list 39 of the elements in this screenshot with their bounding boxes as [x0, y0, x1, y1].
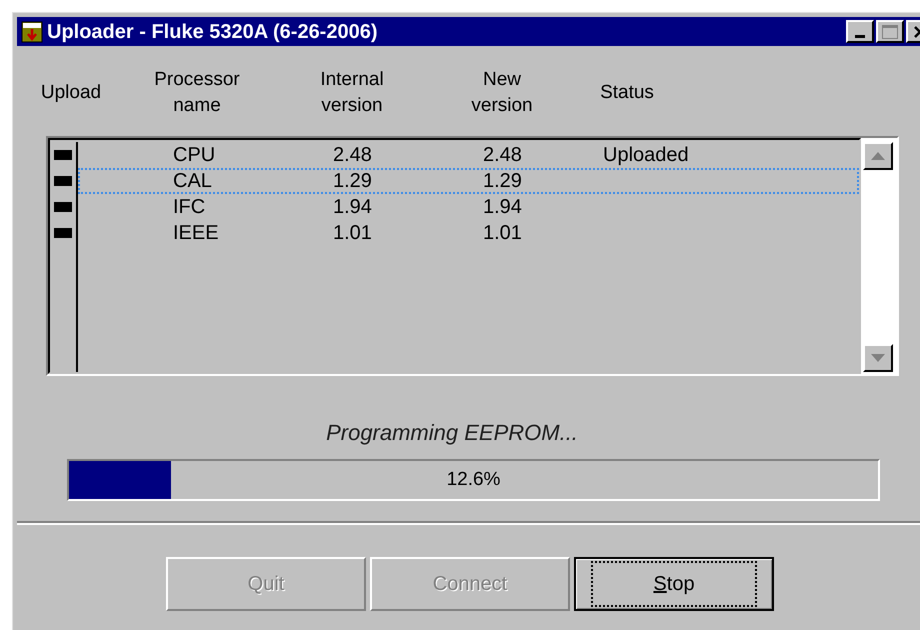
maximize-button[interactable]	[876, 20, 904, 43]
window-title: Uploader - Fluke 5320A (6-26-2006)	[47, 22, 378, 42]
list-view[interactable]: CPU 2.48 2.48 Uploaded CAL 1.29 1.29 IFC 1.94 1.94 IEEE 1.01 1.01	[48, 138, 861, 374]
column-header: Status	[599, 81, 655, 105]
upload-marker[interactable]	[54, 176, 72, 186]
column-header: Internal version	[319, 68, 385, 118]
processor-name: IEEE	[173, 221, 220, 246]
status-text: Uploaded	[603, 143, 689, 168]
processor-name: CPU	[173, 143, 216, 168]
app-icon	[21, 20, 43, 42]
list-row[interactable]: IEEE 1.01 1.01	[78, 220, 859, 246]
scroll-down-button[interactable]	[863, 344, 893, 372]
internal-version: 1.94	[333, 195, 373, 220]
scrollbar[interactable]	[861, 138, 897, 374]
progress-reading: 12.6%	[446, 468, 500, 492]
list-row[interactable]: CPU 2.48 2.48 Uploaded	[78, 142, 859, 168]
progress-caption: Programming EEPROM...	[326, 419, 578, 447]
column-header: Processor name	[153, 68, 241, 118]
new-version: 2.48	[483, 143, 523, 168]
upload-marker[interactable]	[54, 228, 72, 238]
dialog-button[interactable]: Stop	[574, 557, 774, 611]
minimize-button[interactable]	[846, 20, 874, 43]
processor-name: IFC	[173, 195, 206, 220]
down-arrow-icon	[871, 354, 885, 362]
processor-name: CAL	[173, 169, 213, 194]
upload-marker[interactable]	[54, 202, 72, 212]
internal-version: 1.29	[333, 169, 373, 194]
internal-version: 2.48	[333, 143, 373, 168]
new-version: 1.29	[483, 169, 523, 194]
up-arrow-icon	[871, 152, 885, 160]
list-row[interactable]: CAL 1.29 1.29	[78, 168, 859, 194]
new-version: 1.94	[483, 195, 523, 220]
column-header: Upload	[40, 81, 102, 105]
list-row[interactable]: IFC 1.94 1.94	[78, 194, 859, 220]
internal-version: 1.01	[333, 221, 373, 246]
upload-marker[interactable]	[54, 150, 72, 160]
column-header: New version	[470, 68, 534, 118]
new-version: 1.01	[483, 221, 523, 246]
scroll-up-button[interactable]	[863, 142, 893, 170]
